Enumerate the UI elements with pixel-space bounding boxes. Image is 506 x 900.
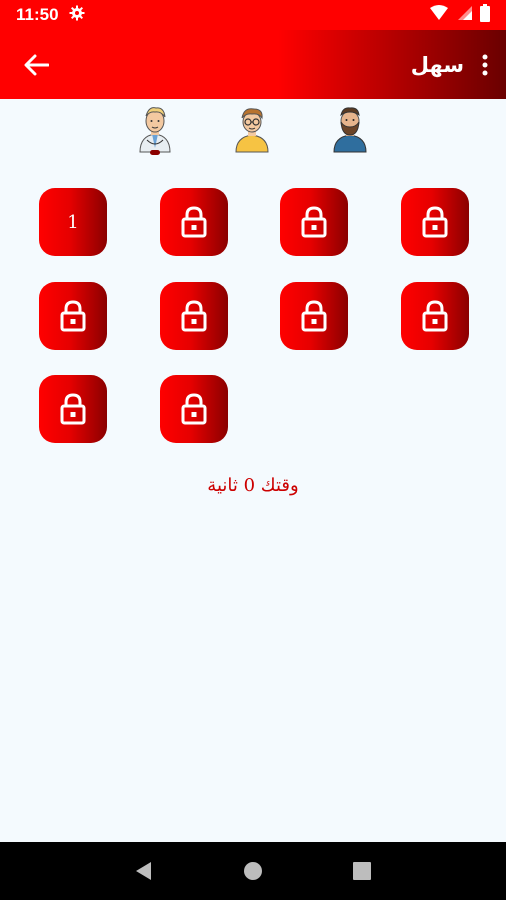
tile-5[interactable] <box>39 282 107 350</box>
tile-7[interactable] <box>280 282 348 350</box>
status-left: 11:50 <box>16 5 85 26</box>
back-button[interactable] <box>20 49 52 81</box>
nav-home-button[interactable] <box>238 856 268 886</box>
boy-with-glasses-avatar <box>232 104 272 154</box>
tile-3[interactable] <box>280 188 348 256</box>
status-right <box>430 3 490 27</box>
bearded-man-avatar <box>330 104 370 154</box>
tile-1[interactable]: 1 <box>39 188 107 256</box>
nav-back-button[interactable] <box>129 856 159 886</box>
battery-icon <box>480 3 490 27</box>
tile-number: 1 <box>67 211 79 233</box>
app-bar: سهل <box>0 30 506 99</box>
tile-9[interactable] <box>39 375 107 443</box>
lock-icon <box>422 206 448 238</box>
settings-gear-icon <box>69 5 85 26</box>
tile-4[interactable] <box>401 188 469 256</box>
timer-text: وقتك 0 ثانية <box>207 475 299 496</box>
players-row <box>0 104 506 160</box>
lock-icon <box>422 300 448 332</box>
square-recents-icon <box>352 862 371 880</box>
app-bar-right: سهل <box>411 51 492 79</box>
tile-8[interactable] <box>401 282 469 350</box>
arrow-left-icon <box>24 54 49 75</box>
circle-home-icon <box>243 862 262 880</box>
lock-icon <box>301 300 327 332</box>
wifi-icon <box>430 4 448 26</box>
triangle-back-icon <box>136 862 152 880</box>
nav-recents-button[interactable] <box>347 856 377 886</box>
doctor-avatar <box>135 104 175 154</box>
turn-indicator <box>150 150 160 155</box>
lock-icon <box>181 393 207 425</box>
tile-6[interactable] <box>160 282 228 350</box>
system-nav-bar <box>0 842 506 900</box>
lock-icon <box>181 300 207 332</box>
lock-icon <box>181 206 207 238</box>
page-title: سهل <box>410 52 464 77</box>
tile-10[interactable] <box>160 375 228 443</box>
tile-2[interactable] <box>160 188 228 256</box>
lock-icon <box>60 393 86 425</box>
lock-icon <box>301 206 327 238</box>
status-time: 11:50 <box>16 5 59 24</box>
overflow-menu-button[interactable] <box>478 51 492 79</box>
signal-icon <box>456 5 472 26</box>
more-vertical-icon <box>482 54 488 75</box>
status-bar: 11:50 <box>0 0 506 30</box>
lock-icon <box>60 300 86 332</box>
